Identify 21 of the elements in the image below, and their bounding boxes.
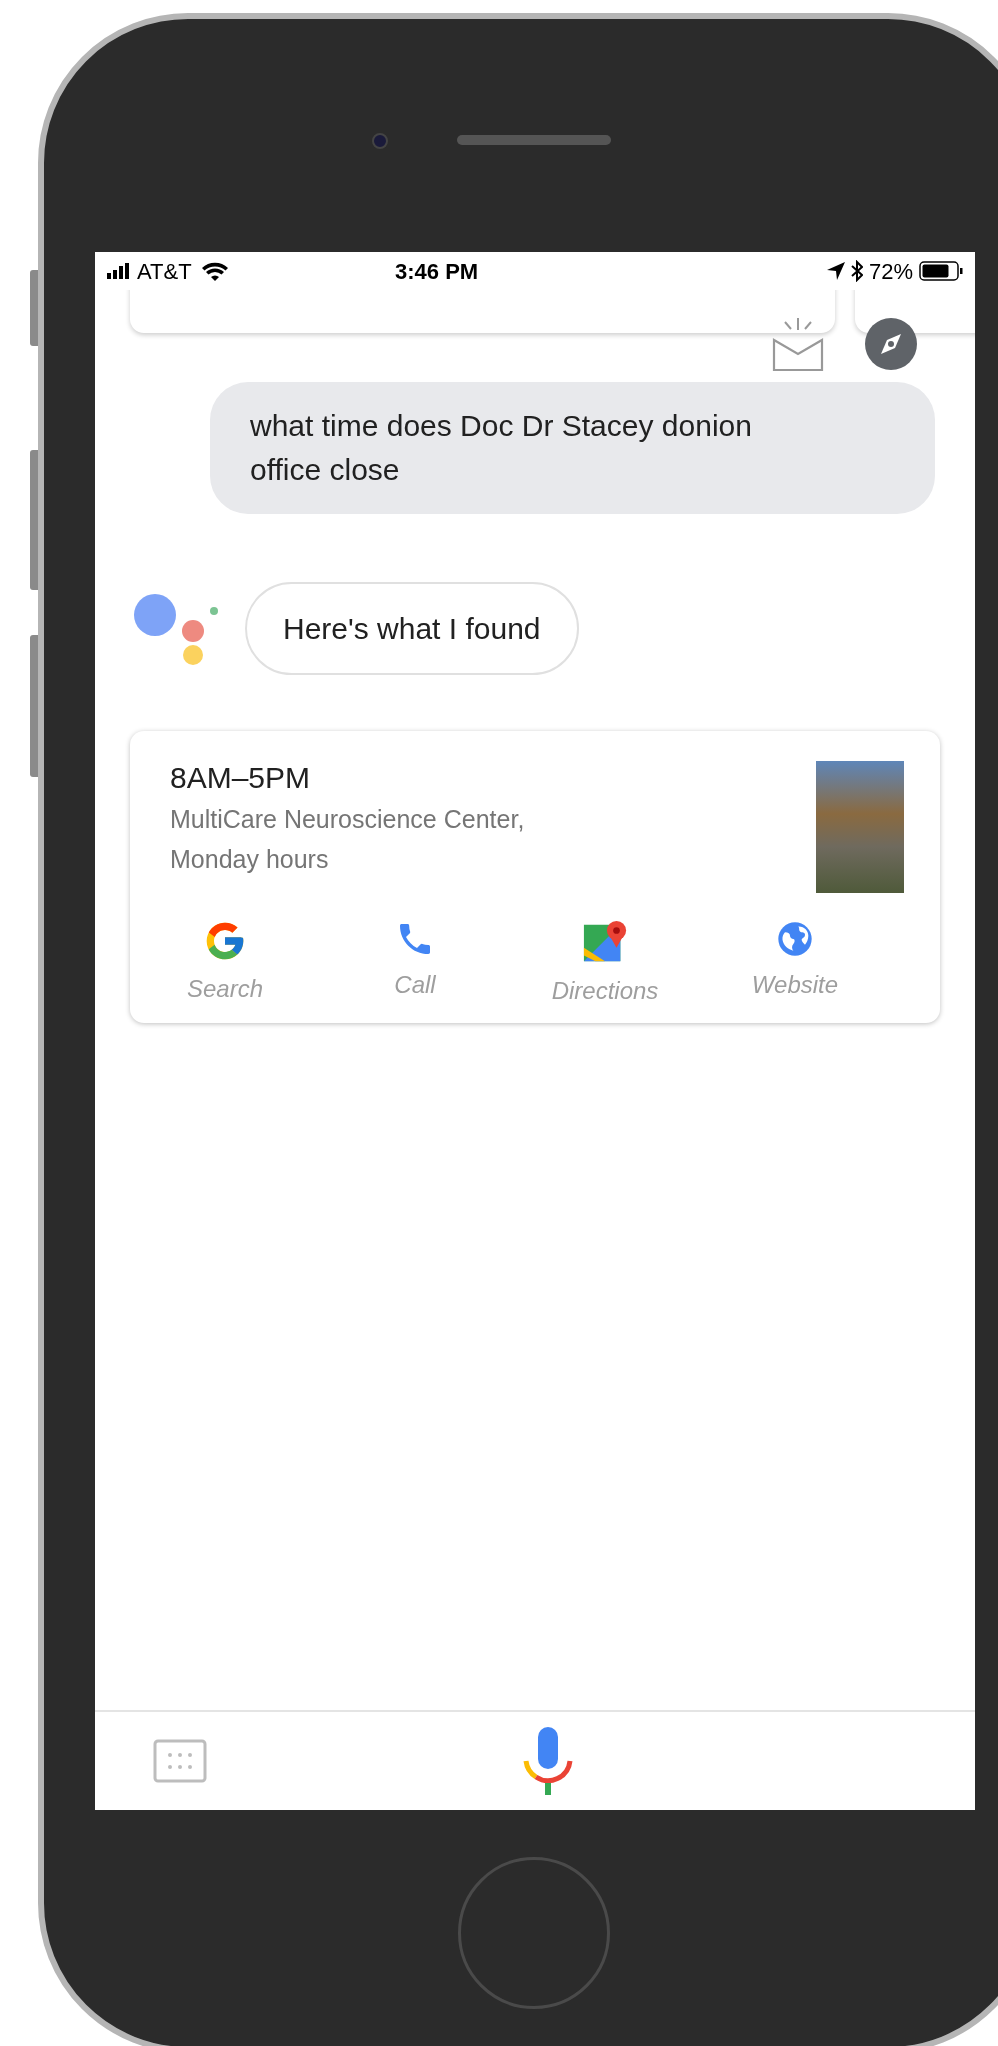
carrier-name: AT&T bbox=[137, 257, 192, 286]
microphone-icon[interactable] bbox=[522, 1725, 574, 1797]
wifi-icon bbox=[201, 261, 228, 281]
user-query-bubble: what time does Doc Dr Stacey donion office close bbox=[210, 382, 935, 514]
battery-percent: 72% bbox=[868, 257, 913, 286]
status-time: 3:46 PM bbox=[395, 257, 479, 286]
bluetooth-icon bbox=[850, 260, 863, 282]
assistant-dots-icon bbox=[133, 592, 221, 665]
keyboard-icon bbox=[153, 1739, 207, 1783]
battery-icon bbox=[919, 261, 963, 281]
mail-icon bbox=[771, 316, 825, 372]
globe-icon bbox=[775, 919, 815, 959]
action-button[interactable]: Search bbox=[130, 919, 320, 1009]
action-button[interactable]: Website bbox=[700, 919, 890, 1009]
action-button[interactable]: Call bbox=[320, 919, 510, 1009]
assistant-reply-bubble: Here's what I found bbox=[245, 582, 579, 675]
front-camera bbox=[372, 133, 388, 149]
action-button[interactable]: Directions bbox=[510, 919, 700, 1009]
location-arrow-icon bbox=[826, 262, 845, 280]
place-subtitle: MultiCare Neuroscience Center, Monday hours bbox=[170, 804, 526, 875]
hours-title: 8AM–5PM bbox=[170, 760, 312, 796]
